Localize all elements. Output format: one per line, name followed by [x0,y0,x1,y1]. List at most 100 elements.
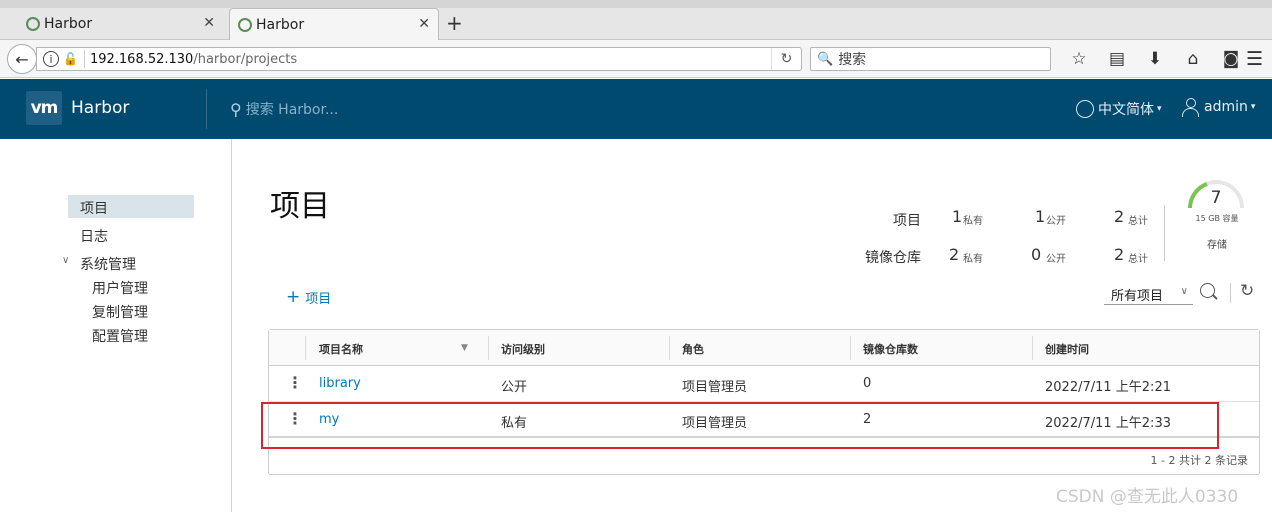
browser-tab-bar: Harbor ✕ Harbor ✕ + [0,0,1272,40]
app-title[interactable]: Harbor [71,98,129,118]
sidebar-item-logs[interactable]: 日志 [80,226,108,246]
tab-bar-top [0,0,1272,8]
storage-capacity: 15 GB 容量 [1195,214,1239,223]
column-separator [305,336,306,360]
column-separator [1032,336,1033,360]
column-header-name[interactable]: 项目名称 [319,341,363,357]
storage-value: 7 [1210,188,1222,208]
watermark: CSDN @查无此人0330 [1056,487,1239,507]
browser-tab-1[interactable]: Harbor ✕ [18,8,223,40]
project-access: 公开 [501,380,528,395]
user-icon [1182,98,1199,117]
hamburger-menu-icon[interactable]: ☰ [1246,48,1263,70]
global-search-input[interactable]: ⚲ 搜索 Harbor... [230,99,338,119]
sidebar-item-users[interactable]: 用户管理 [92,278,148,298]
harbor-favicon-icon [26,17,40,31]
sidebar-item-administration[interactable]: 系统管理 [80,254,136,274]
stats-private-label: 私有 [963,216,983,227]
url-bar[interactable]: i 🔓 192.168.52.130/harbor/projects ↻ [36,47,802,71]
column-header-created[interactable]: 创建时间 [1045,341,1089,357]
header-divider [206,89,207,129]
project-name-link[interactable]: library [319,376,361,391]
add-project-label: 项目 [305,292,332,307]
stats-repos-label: 镜像仓库 [865,250,921,266]
chevron-down-icon[interactable]: ∨ [62,255,69,266]
globe-icon [1076,100,1094,118]
stats-divider [1164,205,1165,261]
sidebar-item-replication[interactable]: 复制管理 [92,302,148,322]
language-label: 中文简体 [1098,102,1154,118]
sidebar: 项目 日志 ∨ 系统管理 用户管理 复制管理 配置管理 [0,139,232,512]
search-icon: 🔍 [817,51,834,67]
global-search-placeholder: 搜索 Harbor... [245,102,339,118]
column-header-access[interactable]: 访问级别 [501,341,545,357]
pagination-summary: 1 - 2 共计 2 条记录 [1150,454,1248,467]
stats-private-label: 私有 [963,254,983,265]
sidebar-item-projects[interactable]: 项目 [80,198,108,218]
stats-total-label: 总计 [1128,216,1148,227]
project-role: 项目管理员 [682,380,748,395]
stats-projects-total: 2 [1114,207,1125,226]
download-icon[interactable]: ⬇ [1136,49,1174,69]
language-selector[interactable]: 中文简体 ▾ [1076,99,1162,119]
storage-label: 存储 [1207,240,1227,251]
user-menu[interactable]: admin ▾ [1182,98,1256,117]
plus-icon: + [286,287,301,307]
annotation-highlight-box [261,402,1219,449]
chevron-down-icon: ▾ [1157,104,1162,114]
reload-icon[interactable]: ↻ [771,48,801,70]
stats-repos-total: 2 [1114,245,1125,264]
browser-tab-2[interactable]: Harbor ✕ [229,8,439,40]
stats-projects-public: 1 [1035,207,1046,226]
home-icon[interactable]: ⌂ [1174,49,1212,69]
insecure-lock-icon[interactable]: 🔓 [63,52,78,66]
project-filter-select[interactable]: 所有项目 ∨ [1104,283,1193,305]
table-row[interactable]: ⋮ library 公开 项目管理员 0 2022/7/11 上午2:21 [269,366,1259,402]
refresh-icon[interactable]: ↻ [1240,281,1254,301]
stats-projects-label: 项目 [893,213,921,229]
stats-projects-private: 1 [952,207,963,226]
close-tab-icon[interactable]: ✕ [418,16,430,32]
project-created: 2022/7/11 上午2:21 [1045,380,1171,395]
new-tab-icon[interactable]: + [446,11,463,35]
search-icon: ⚲ [230,99,242,119]
column-separator [488,336,489,360]
column-header-role[interactable]: 角色 [682,341,704,357]
close-tab-icon[interactable]: ✕ [203,15,215,31]
stats-repos-public: 0 [1031,245,1042,264]
project-repo-count: 0 [863,376,872,391]
column-separator [850,336,851,360]
chevron-down-icon: ∨ [1180,286,1188,297]
toolbar-divider [1230,283,1231,303]
bookmark-star-icon[interactable]: ☆ [1060,49,1098,69]
browser-search-input[interactable]: 🔍 搜索 [810,47,1051,71]
pocket-icon[interactable]: ◙ [1212,49,1250,69]
back-arrow-icon[interactable]: ← [7,44,37,74]
column-header-repo-count[interactable]: 镜像仓库数 [863,341,918,357]
url-path: /harbor/projects [193,51,298,67]
url-separator [83,50,85,68]
user-name: admin [1204,99,1248,115]
table-header: 项目名称 ▼ 访问级别 角色 镜像仓库数 创建时间 [269,330,1259,366]
page-title: 项目 [270,189,330,224]
info-icon[interactable]: i [43,51,59,67]
harbor-favicon-icon [238,18,252,32]
browser-nav-bar: ← i 🔓 192.168.52.130/harbor/projects ↻ 🔍… [0,40,1272,78]
project-filter-value: 所有项目 [1111,289,1164,304]
url-host: 192.168.52.130 [89,51,194,67]
vmware-logo[interactable]: vm [26,91,62,125]
stats-public-label: 公开 [1046,254,1066,265]
tab-title: Harbor [44,16,93,32]
reading-list-icon[interactable]: ▤ [1098,49,1136,69]
stats-repos-private: 2 [949,245,960,264]
filter-icon[interactable]: ▼ [461,343,468,353]
search-icon[interactable] [1199,282,1219,302]
add-project-button[interactable]: + 项目 [286,287,332,308]
browser-search-placeholder: 搜索 [838,52,867,68]
app-header: vm Harbor ⚲ 搜索 Harbor... 中文简体 ▾ admin ▾ [0,79,1272,139]
stats-public-label: 公开 [1046,216,1066,227]
browser-toolbar-icons: ☆ ▤ ⬇ ⌂ ◙ [1060,49,1250,69]
sidebar-item-configuration[interactable]: 配置管理 [92,326,148,346]
row-actions-icon[interactable]: ⋮ [287,373,303,392]
chevron-down-icon: ▾ [1250,102,1256,112]
